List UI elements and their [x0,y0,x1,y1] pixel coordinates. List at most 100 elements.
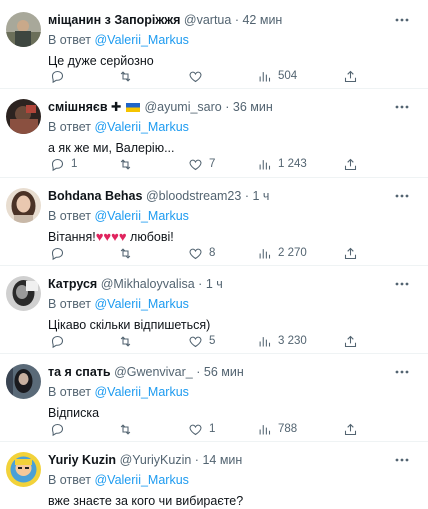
tweet-text: а як же ми, Валерію... [48,141,175,155]
author-name[interactable]: Yuriy Kuzin [48,453,116,467]
avatar[interactable] [6,188,41,223]
reply-button[interactable] [50,332,71,350]
avatar[interactable] [6,364,41,399]
tweet[interactable]: Bohdana Behas @bloodstream23 · 1 ч В отв… [0,178,428,266]
share-button[interactable] [343,244,358,262]
share-button[interactable] [343,155,358,173]
reply-button[interactable] [50,244,71,262]
more-icon[interactable] [392,276,412,292]
avatar-image [6,364,41,399]
avatar[interactable] [6,12,41,47]
separator-dot: · [194,453,199,467]
like-icon [189,159,202,170]
like-button[interactable]: 5 [188,332,215,350]
mention-link[interactable]: @Valerii_Markus [94,33,188,47]
mention-link[interactable]: @Valerii_Markus [94,297,188,311]
ukraine-flag-icon [125,100,140,112]
retweet-button[interactable] [118,420,139,438]
avatar[interactable] [6,452,41,487]
author-name[interactable]: смішняєв ✚ [48,100,121,114]
avatar[interactable] [6,99,41,134]
retweet-icon [120,423,131,435]
share-icon [344,247,357,259]
more-icon[interactable] [392,364,412,380]
views-button[interactable]: 3 230 [257,332,307,350]
tweet[interactable]: смішняєв ✚ @ayumi_saro · 36 мин В ответ … [0,89,428,178]
reply-button[interactable] [50,420,71,438]
views-count: 788 [278,423,298,435]
like-icon [189,336,202,347]
reply-button[interactable] [50,67,71,85]
reply-prefix: В ответ [48,209,91,223]
tweet-header: та я спать @Gwenvivar_ · 56 мин [48,364,422,380]
tweet-time[interactable]: 36 мин [233,100,273,114]
more-icon[interactable] [392,188,412,204]
tweet-actions: 1 788 [48,420,422,438]
tweet[interactable]: та я спать @Gwenvivar_ · 56 мин В ответ … [0,354,428,442]
author-handle[interactable]: @vartua [184,13,231,27]
author-name[interactable]: Bohdana Behas [48,189,142,203]
views-button[interactable]: 788 [257,420,297,438]
author-handle[interactable]: @bloodstream23 [146,189,241,203]
views-button[interactable]: 504 [257,67,297,85]
author-handle[interactable]: @ayumi_saro [144,100,221,114]
share-icon [344,158,357,170]
reply-icon [51,423,64,436]
heart-emojis: ♥♥♥♥ [95,229,127,244]
share-icon [344,423,357,435]
share-button[interactable] [343,420,358,438]
like-button[interactable]: 1 [188,420,215,438]
retweet-button[interactable] [118,67,139,85]
share-button[interactable] [343,332,358,350]
views-button[interactable]: 1 243 [257,155,307,173]
author-handle[interactable]: @Mikhaloyvalisa [101,277,195,291]
avatar-image [6,188,41,223]
more-icon[interactable] [392,12,412,28]
avatar-image [6,12,41,47]
author-name[interactable]: Катруся [48,277,97,291]
reply-context: В ответ @Valerii_Markus [48,296,422,312]
like-button[interactable] [188,67,209,85]
avatar[interactable] [6,276,41,311]
avatar-image [6,276,41,311]
like-button[interactable]: 8 [188,244,215,262]
author-handle[interactable]: @Gwenvivar_ [114,365,193,379]
tweet-time[interactable]: 1 ч [206,277,223,291]
reply-feed: міщанин з Запоріжжя @vartua · 42 мин В о… [0,0,428,508]
tweet-time[interactable]: 42 мин [242,13,282,27]
like-button[interactable]: 7 [188,155,215,173]
like-icon [189,248,202,259]
reply-context: В ответ @Valerii_Markus [48,119,422,135]
views-icon [259,71,271,81]
retweet-button[interactable] [118,244,139,262]
more-icon[interactable] [392,452,412,468]
author-handle[interactable]: @YuriyKuzin [120,453,192,467]
mention-link[interactable]: @Valerii_Markus [94,120,188,134]
mention-link[interactable]: @Valerii_Markus [94,473,188,487]
more-icon[interactable] [392,99,412,115]
tweet-time[interactable]: 14 мин [202,453,242,467]
reply-icon [51,335,64,348]
views-icon [259,248,271,258]
tweet[interactable]: міщанин з Запоріжжя @vartua · 42 мин В о… [0,0,428,89]
tweet[interactable]: Yuriy Kuzin @YuriyKuzin · 14 мин В ответ… [0,442,428,508]
retweet-button[interactable] [118,155,139,173]
separator-dot: · [198,277,203,291]
retweet-icon [120,335,131,347]
mention-link[interactable]: @Valerii_Markus [94,385,188,399]
tweet-time[interactable]: 1 ч [252,189,269,203]
author-name[interactable]: та я спать [48,365,111,379]
reply-button[interactable]: 1 [50,155,77,173]
retweet-button[interactable] [118,332,139,350]
tweet[interactable]: Катруся @Mikhaloyvalisa · 1 ч В ответ @V… [0,266,428,354]
tweet-time[interactable]: 56 мин [204,365,244,379]
like-count: 7 [209,158,216,170]
mention-link[interactable]: @Valerii_Markus [94,209,188,223]
reply-prefix: В ответ [48,473,91,487]
tweet-header: смішняєв ✚ @ayumi_saro · 36 мин [48,99,422,115]
views-count: 504 [278,70,298,82]
author-name[interactable]: міщанин з Запоріжжя [48,13,180,27]
tweet-text-end: любові! [126,230,174,244]
views-button[interactable]: 2 270 [257,244,307,262]
share-button[interactable] [343,67,358,85]
